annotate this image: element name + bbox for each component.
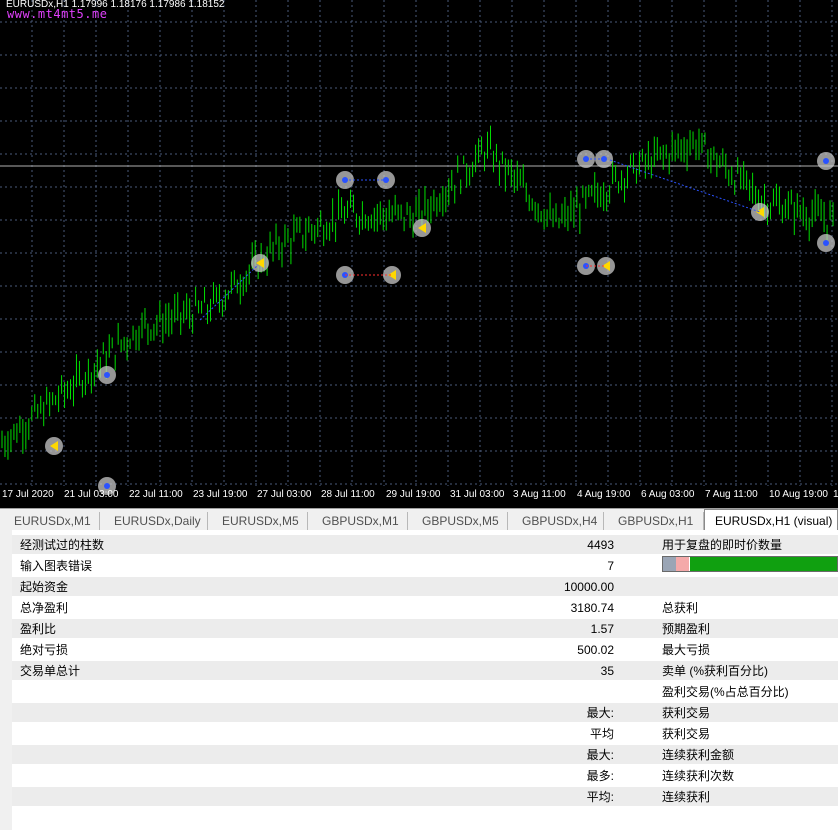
report-left-strip [0, 530, 12, 830]
time-axis-label: 10 Aug 19:00 [769, 489, 828, 500]
replay-progress-bar [662, 556, 838, 572]
report-label-secondary: 获利交易 [662, 727, 711, 741]
report-row: 平均: 连续获利 [12, 787, 838, 807]
chart-tab-bar: EURUSDx,M1 EURUSDx,Daily EURUSDx,M5 GBPUSDx… [0, 508, 838, 531]
buy-marker-dot [823, 240, 829, 246]
progress-segment [663, 557, 676, 571]
tab-eurusdx-m1[interactable]: EURUSDx,M1 [0, 512, 100, 530]
tab-eurusdx-m5[interactable]: EURUSDx,M5 [208, 512, 308, 530]
time-axis-label: 4 Aug 19:00 [577, 489, 631, 500]
report-row: 绝对亏损 500.02 最大亏损 [12, 640, 838, 660]
report-label-secondary: 预期盈利 [662, 622, 711, 636]
time-axis-label: 27 Jul 03:00 [257, 489, 312, 500]
report-label: 经测试过的柱数 [20, 538, 105, 552]
report-label: 盈利比 [20, 622, 57, 636]
time-axis-label: 28 Jul 11:00 [321, 489, 375, 500]
time-axis-label: 3 Aug 11:00 [513, 489, 566, 500]
report-row: 最多: 连续获利次数 [12, 766, 838, 786]
progress-segment [676, 557, 689, 571]
report-value: 平均 [589, 727, 614, 741]
report-row: 最大: 获利交易 [12, 703, 838, 723]
report-label: 总净盈利 [20, 601, 69, 615]
price-chart[interactable]: EURUSDx,H1 1.17996 1.18176 1.17986 1.181… [0, 0, 838, 508]
report-label-secondary: 获利交易 [662, 706, 711, 720]
buy-marker-dot [104, 372, 110, 378]
time-axis-label: 22 Jul 11:00 [129, 489, 183, 500]
time-axis-label: 1 [833, 489, 838, 500]
report-value: 10000.00 [563, 580, 614, 594]
report-label-secondary: 连续获利次数 [662, 769, 735, 783]
progress-segment [690, 557, 837, 571]
report-value: 1.57 [590, 622, 614, 636]
report-label: 交易单总计 [20, 664, 81, 678]
report-label: 起始资金 [20, 580, 69, 594]
report-row: 起始资金 10000.00 [12, 577, 838, 597]
tab-gbpusdx-m5[interactable]: GBPUSDx,M5 [408, 512, 508, 530]
report-label: 输入图表错误 [20, 559, 93, 573]
report-label-secondary: 连续获利金额 [662, 748, 735, 762]
report-row: 总净盈利 3180.74 总获利 [12, 598, 838, 618]
report-row: 交易单总计 35 卖单 (%获利百分比) [12, 661, 838, 681]
report-value: 35 [600, 664, 614, 678]
report-row: 最大: 连续获利金额 [12, 745, 838, 765]
tab-eurusdx-daily[interactable]: EURUSDx,Daily [100, 512, 208, 530]
time-axis-label: 23 Jul 19:00 [193, 489, 248, 500]
report-value: 最大: [586, 748, 614, 762]
tab-gbpusdx-h1[interactable]: GBPUSDx,H1 [604, 512, 704, 530]
report-label-secondary: 卖单 (%获利百分比) [662, 664, 768, 678]
report-label: 绝对亏损 [20, 643, 69, 657]
time-axis-label: 7 Aug 11:00 [705, 489, 758, 500]
tab-eurusdx-h1-visual-[interactable]: EURUSDx,H1 (visual) [704, 509, 838, 531]
report-label-secondary: 最大亏损 [662, 643, 711, 657]
report-value: 4493 [587, 538, 614, 552]
report-value: 平均: [586, 790, 614, 804]
tab-gbpusdx-h4[interactable]: GBPUSDx,H4 [508, 512, 604, 530]
report-row: 经测试过的柱数 4493 用于复盘的即时价数量 [12, 535, 838, 555]
report-row: 盈利比 1.57 预期盈利 [12, 619, 838, 639]
report-label-secondary: 总获利 [662, 601, 699, 615]
time-axis-label: 31 Jul 03:00 [450, 489, 505, 500]
report-value: 7 [607, 559, 614, 573]
report-label-secondary: 连续获利 [662, 790, 711, 804]
report-value: 500.02 [577, 643, 614, 657]
time-axis-label: 29 Jul 19:00 [386, 489, 441, 500]
time-axis-label: 21 Jul 03:00 [64, 489, 119, 500]
report-row: 盈利交易(%占总百分比) [12, 682, 838, 702]
report-label-secondary: 用于复盘的即时价数量 [662, 538, 783, 552]
watermark-text: www.mt4mt5.me [7, 7, 108, 21]
report-value: 3180.74 [570, 601, 614, 615]
time-axis-label: 6 Aug 03:00 [641, 489, 695, 500]
report-value: 最大: [586, 706, 614, 720]
buy-marker-dot [823, 158, 829, 164]
time-axis-label: 17 Jul 2020 [2, 489, 54, 500]
chart-canvas[interactable] [0, 0, 838, 508]
report-value: 最多: [586, 769, 614, 783]
backtest-report: 经测试过的柱数 4493 用于复盘的即时价数量输入图表错误 7 起始资金 10000.00… [0, 530, 838, 830]
report-label-secondary: 盈利交易(%占总百分比) [662, 685, 789, 699]
tab-gbpusdx-m1[interactable]: GBPUSDx,M1 [308, 512, 408, 530]
report-row: 平均 获利交易 [12, 724, 838, 744]
